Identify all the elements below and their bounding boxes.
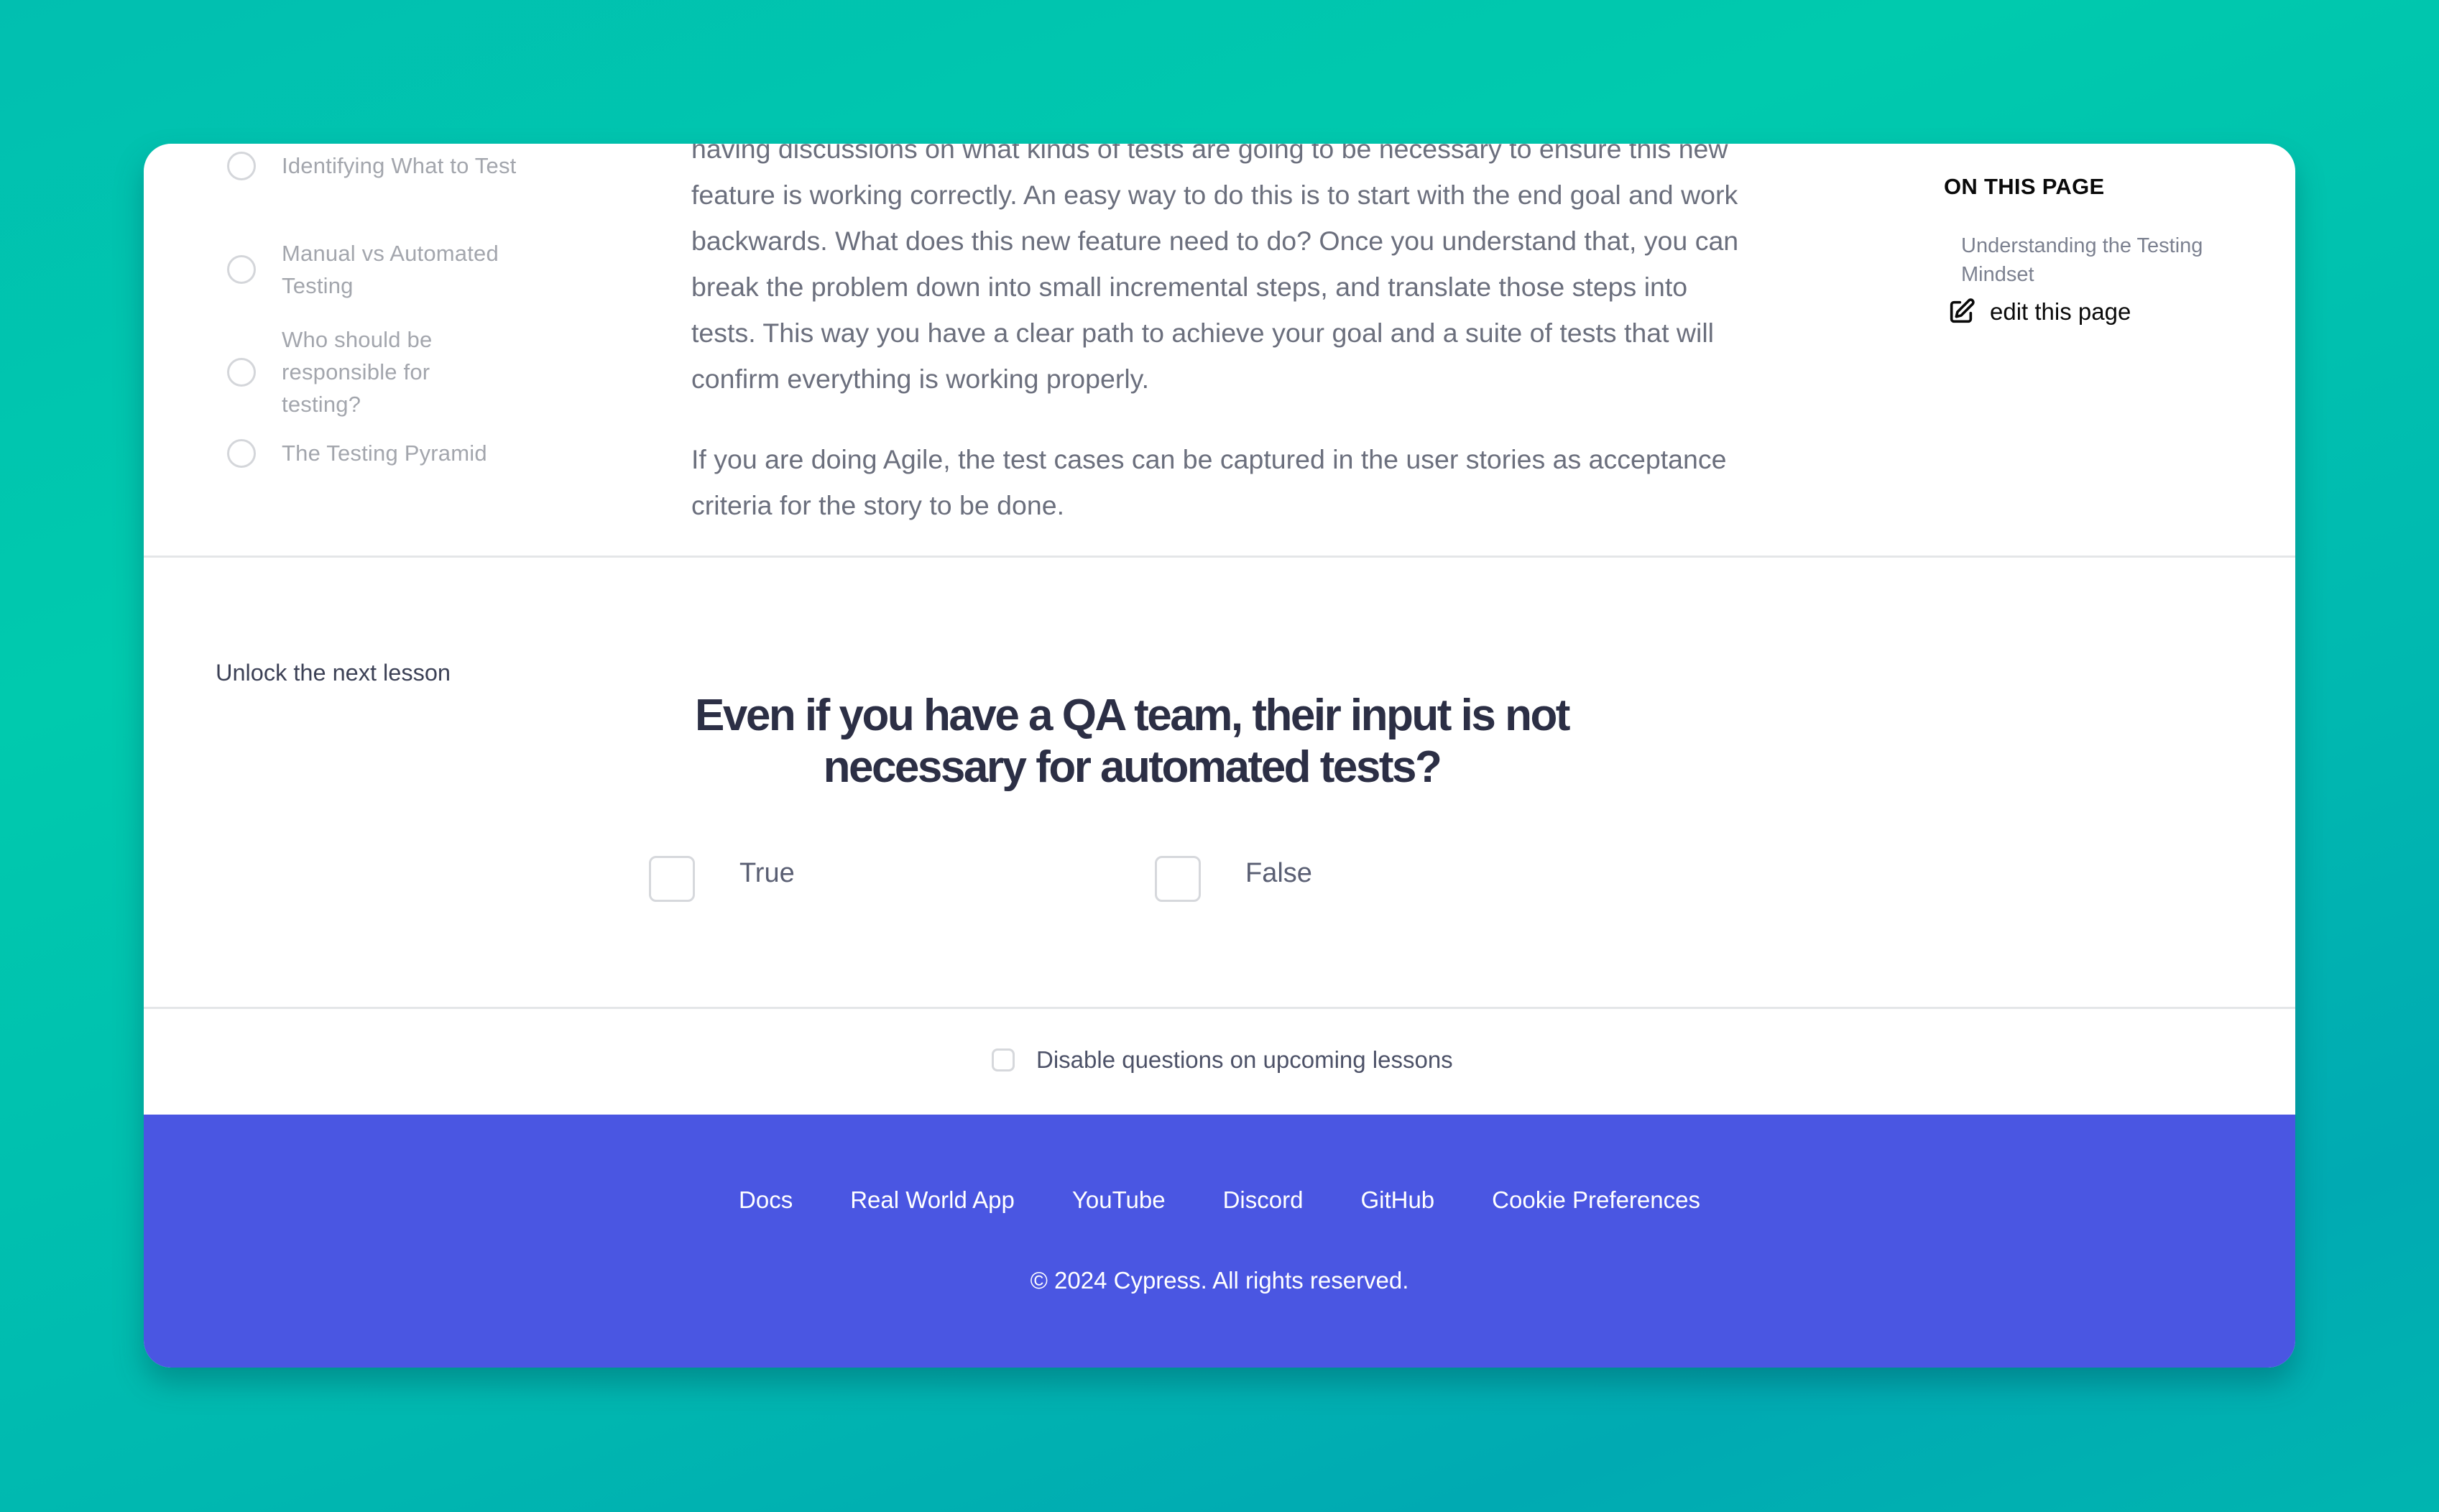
lesson-card: Identifying What to Test Manual vs Autom… xyxy=(144,144,2295,1368)
progress-circle-icon xyxy=(227,255,256,284)
on-this-page-toc: ON THIS PAGE Understanding the Testing M… xyxy=(1944,172,2260,326)
quiz-option-false[interactable]: False xyxy=(1155,856,1312,902)
article-paragraph: If you are doing Agile, the test cases c… xyxy=(691,444,1727,520)
article-paragraph: having discussions on what kinds of test… xyxy=(691,144,1739,394)
toc-title: ON THIS PAGE xyxy=(1944,174,2105,199)
toc-item-understanding-testing-mindset[interactable]: Understanding the Testing Mindset xyxy=(1961,231,2260,289)
option-checkbox[interactable] xyxy=(1155,856,1201,902)
sidebar-item-label: The Testing Pyramid xyxy=(282,441,487,466)
edit-this-page-label: edit this page xyxy=(1990,298,2131,325)
footer-links: Docs Real World App YouTube Discord GitH… xyxy=(144,1186,2295,1214)
progress-circle-icon xyxy=(227,151,256,180)
option-checkbox[interactable] xyxy=(649,856,695,902)
edit-this-page-link[interactable]: edit this page xyxy=(1947,298,2260,326)
disable-questions-toggle[interactable]: Disable questions on upcoming lessons xyxy=(970,1046,1453,1074)
progress-circle-icon xyxy=(227,438,256,468)
footer-link-cookie-preferences[interactable]: Cookie Preferences xyxy=(1492,1186,1700,1214)
disable-questions-label: Disable questions on upcoming lessons xyxy=(1036,1046,1453,1073)
quiz-question: Even if you have a QA team, their input … xyxy=(695,691,1570,792)
edit-icon xyxy=(1950,298,1975,323)
copyright-text: © 2024 Cypress. All rights reserved. xyxy=(1030,1267,1409,1294)
sidebar-item-label: Identifying What to Test xyxy=(282,153,517,178)
footer-link-discord[interactable]: Discord xyxy=(1223,1186,1304,1214)
sidebar-item-testing-pyramid[interactable]: The Testing Pyramid xyxy=(227,437,555,469)
site-footer: Docs Real World App YouTube Discord GitH… xyxy=(144,1115,2295,1368)
footer-link-github[interactable]: GitHub xyxy=(1360,1186,1434,1214)
content-divider xyxy=(144,556,2295,558)
sidebar-item-who-should-be-responsible[interactable]: Who should be responsible for testing? xyxy=(227,323,461,420)
footer-link-docs[interactable]: Docs xyxy=(739,1186,793,1214)
sidebar-item-identifying-what-to-test[interactable]: Identifying What to Test xyxy=(227,149,555,182)
option-label: False xyxy=(1245,857,1312,888)
unlock-next-lesson-label: Unlock the next lesson xyxy=(216,660,451,686)
article-body: having discussions on what kinds of test… xyxy=(691,144,1748,563)
option-label: True xyxy=(739,857,795,888)
quiz-divider xyxy=(144,1007,2295,1009)
disable-questions-checkbox[interactable] xyxy=(992,1048,1015,1071)
footer-link-real-world-app[interactable]: Real World App xyxy=(850,1186,1015,1214)
quiz-option-true[interactable]: True xyxy=(649,856,795,902)
sidebar-item-label: Who should be responsible for testing? xyxy=(282,327,433,417)
sidebar-item-manual-vs-automated[interactable]: Manual vs Automated Testing xyxy=(227,237,555,302)
progress-circle-icon xyxy=(227,357,256,387)
footer-link-youtube[interactable]: YouTube xyxy=(1072,1186,1166,1214)
sidebar-item-label: Manual vs Automated Testing xyxy=(282,241,499,298)
